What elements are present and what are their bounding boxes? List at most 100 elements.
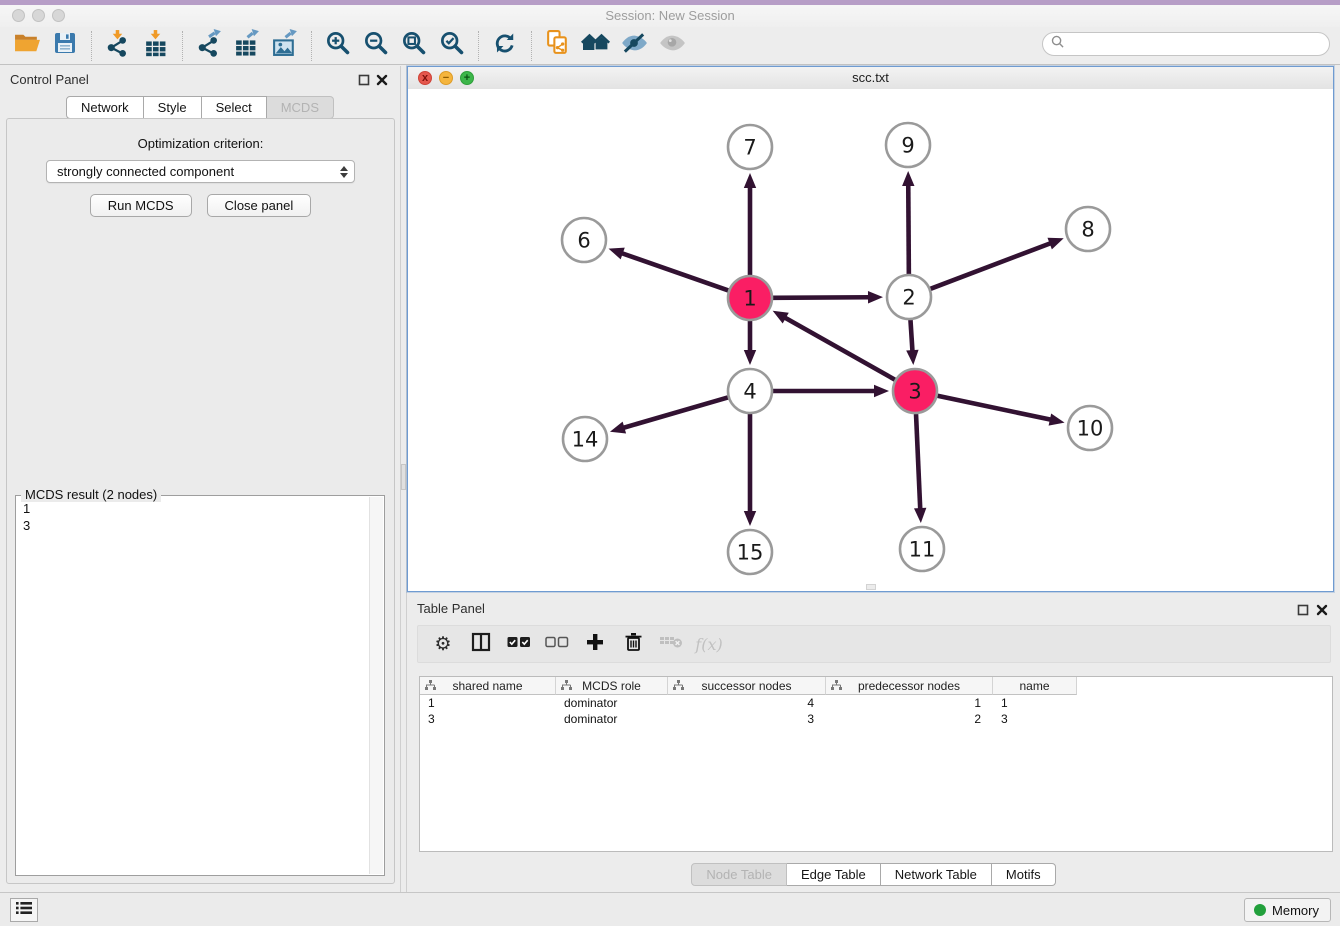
graph-edge-1-2[interactable] [773, 291, 883, 303]
new-network-from-selection-button[interactable] [539, 30, 577, 62]
tab-mcds[interactable]: MCDS [267, 96, 334, 119]
delete-columns-button[interactable] [652, 629, 690, 659]
network-frame-titlebar[interactable]: x − + scc.txt [408, 67, 1333, 90]
canvas-splitter-grip[interactable] [866, 584, 876, 590]
graph-node-7[interactable]: 7 [728, 125, 772, 169]
table-cell: 1 [993, 695, 1077, 711]
search-icon [1051, 35, 1064, 53]
graph-node-4[interactable]: 4 [728, 369, 772, 413]
tab-select[interactable]: Select [202, 96, 267, 119]
graph-node-6[interactable]: 6 [562, 218, 606, 262]
column-header-predecessor-nodes[interactable]: predecessor nodes [826, 677, 993, 695]
column-header-name[interactable]: name [993, 677, 1077, 695]
refresh-view-button[interactable] [486, 30, 524, 62]
graph-edge-2-9[interactable] [902, 171, 914, 274]
import-network-button[interactable] [99, 30, 137, 62]
run-mcds-button[interactable]: Run MCDS [90, 194, 192, 217]
svg-text:6: 6 [577, 229, 590, 253]
fit-content-button[interactable] [395, 30, 433, 62]
column-header-successor-nodes[interactable]: successor nodes [668, 677, 826, 695]
float-panel-icon[interactable] [358, 73, 370, 85]
delete-rows-button[interactable] [614, 629, 652, 659]
node-table-header: shared nameMCDS rolesuccessor nodesprede… [420, 677, 1332, 695]
memory-button[interactable]: Memory [1244, 898, 1331, 922]
graph-edge-3-1[interactable] [773, 311, 895, 380]
graph-node-1[interactable]: 1 [728, 276, 772, 320]
close-panel-button[interactable]: Close panel [207, 194, 312, 217]
graph-edge-2-3[interactable] [906, 320, 918, 365]
select-all-button[interactable] [500, 629, 538, 659]
header-filler [1077, 677, 1332, 695]
graph-node-10[interactable]: 10 [1068, 406, 1112, 450]
graph-node-3[interactable]: 3 [893, 369, 937, 413]
toolbar-separator [478, 31, 479, 61]
graph-node-2[interactable]: 2 [887, 275, 931, 319]
graph-edge-1-7[interactable] [744, 173, 756, 275]
first-neighbors-button[interactable] [577, 30, 615, 62]
task-history-button[interactable] [10, 898, 38, 922]
tab-style[interactable]: Style [144, 96, 202, 119]
table-row[interactable]: 3dominator323 [420, 711, 1332, 727]
tab-edge-table[interactable]: Edge Table [787, 863, 881, 886]
tab-network-table[interactable]: Network Table [881, 863, 992, 886]
graph-edge-3-11[interactable] [914, 414, 926, 523]
graph-edge-4-3[interactable] [773, 385, 889, 397]
eye-icon [658, 30, 686, 61]
deselect-all-button[interactable] [538, 629, 576, 659]
graph-node-9[interactable]: 9 [886, 123, 930, 167]
close-panel-icon[interactable] [376, 73, 388, 85]
svg-text:4: 4 [743, 380, 756, 404]
graph-node-11[interactable]: 11 [900, 527, 944, 571]
frame-maximize-icon[interactable]: + [460, 71, 474, 85]
criterion-dropdown[interactable]: strongly connected component [46, 160, 355, 183]
export-table-button[interactable] [228, 30, 266, 62]
import-table-button[interactable] [137, 30, 175, 62]
column-header-MCDS-role[interactable]: MCDS role [556, 677, 668, 695]
tab-network[interactable]: Network [66, 96, 144, 119]
splitter-grip[interactable] [401, 464, 406, 490]
float-table-panel-icon[interactable] [1297, 603, 1309, 615]
search-box[interactable] [1042, 32, 1330, 56]
hide-selected-button[interactable] [615, 30, 653, 62]
tab-node-table[interactable]: Node Table [691, 863, 787, 886]
close-table-panel-icon[interactable] [1316, 603, 1328, 615]
apply-function-button[interactable]: f(x) [690, 629, 728, 659]
network-canvas[interactable]: 7 9 6 8 1 2 4 3 14 10 15 11 [408, 89, 1333, 591]
save-session-button[interactable] [46, 30, 84, 62]
delete-column-icon [659, 634, 683, 655]
node-table[interactable]: shared nameMCDS rolesuccessor nodesprede… [419, 676, 1333, 852]
export-network-button[interactable] [190, 30, 228, 62]
graph-node-8[interactable]: 8 [1066, 207, 1110, 251]
graph-edge-1-4[interactable] [744, 321, 756, 365]
vertical-splitter[interactable] [400, 66, 407, 892]
zoom-out-button[interactable] [357, 30, 395, 62]
column-header-shared-name[interactable]: shared name [420, 677, 556, 695]
tab-motifs[interactable]: Motifs [992, 863, 1056, 886]
graph-edge-4-15[interactable] [744, 414, 756, 526]
show-all-button[interactable] [653, 30, 691, 62]
graph-node-14[interactable]: 14 [563, 417, 607, 461]
checked-checkboxes-icon [507, 635, 531, 653]
graph-edge-2-8[interactable] [931, 238, 1064, 289]
table-settings-button[interactable]: ⚙ [424, 629, 462, 659]
table-cell: 1 [420, 695, 556, 711]
open-session-button[interactable] [8, 30, 46, 62]
add-row-button[interactable] [576, 629, 614, 659]
graph-edge-1-6[interactable] [609, 248, 729, 291]
zoom-in-button[interactable] [319, 30, 357, 62]
save-disk-icon [53, 31, 77, 60]
search-input[interactable] [1069, 36, 1329, 52]
graph-edge-4-14[interactable] [610, 397, 728, 433]
split-view-button[interactable] [462, 629, 500, 659]
graph-svg[interactable]: 7 9 6 8 1 2 4 3 14 10 15 11 [408, 89, 1333, 591]
frame-minimize-icon[interactable]: − [439, 71, 453, 85]
graph-node-15[interactable]: 15 [728, 530, 772, 574]
result-scrollbar[interactable] [369, 497, 383, 874]
zoom-selected-button[interactable] [433, 30, 471, 62]
table-cell: dominator [556, 711, 668, 727]
result-line: 1 [23, 500, 363, 517]
table-row[interactable]: 1dominator411 [420, 695, 1332, 711]
graph-edge-3-10[interactable] [938, 396, 1065, 426]
export-image-button[interactable] [266, 30, 304, 62]
frame-close-icon[interactable]: x [418, 71, 432, 85]
